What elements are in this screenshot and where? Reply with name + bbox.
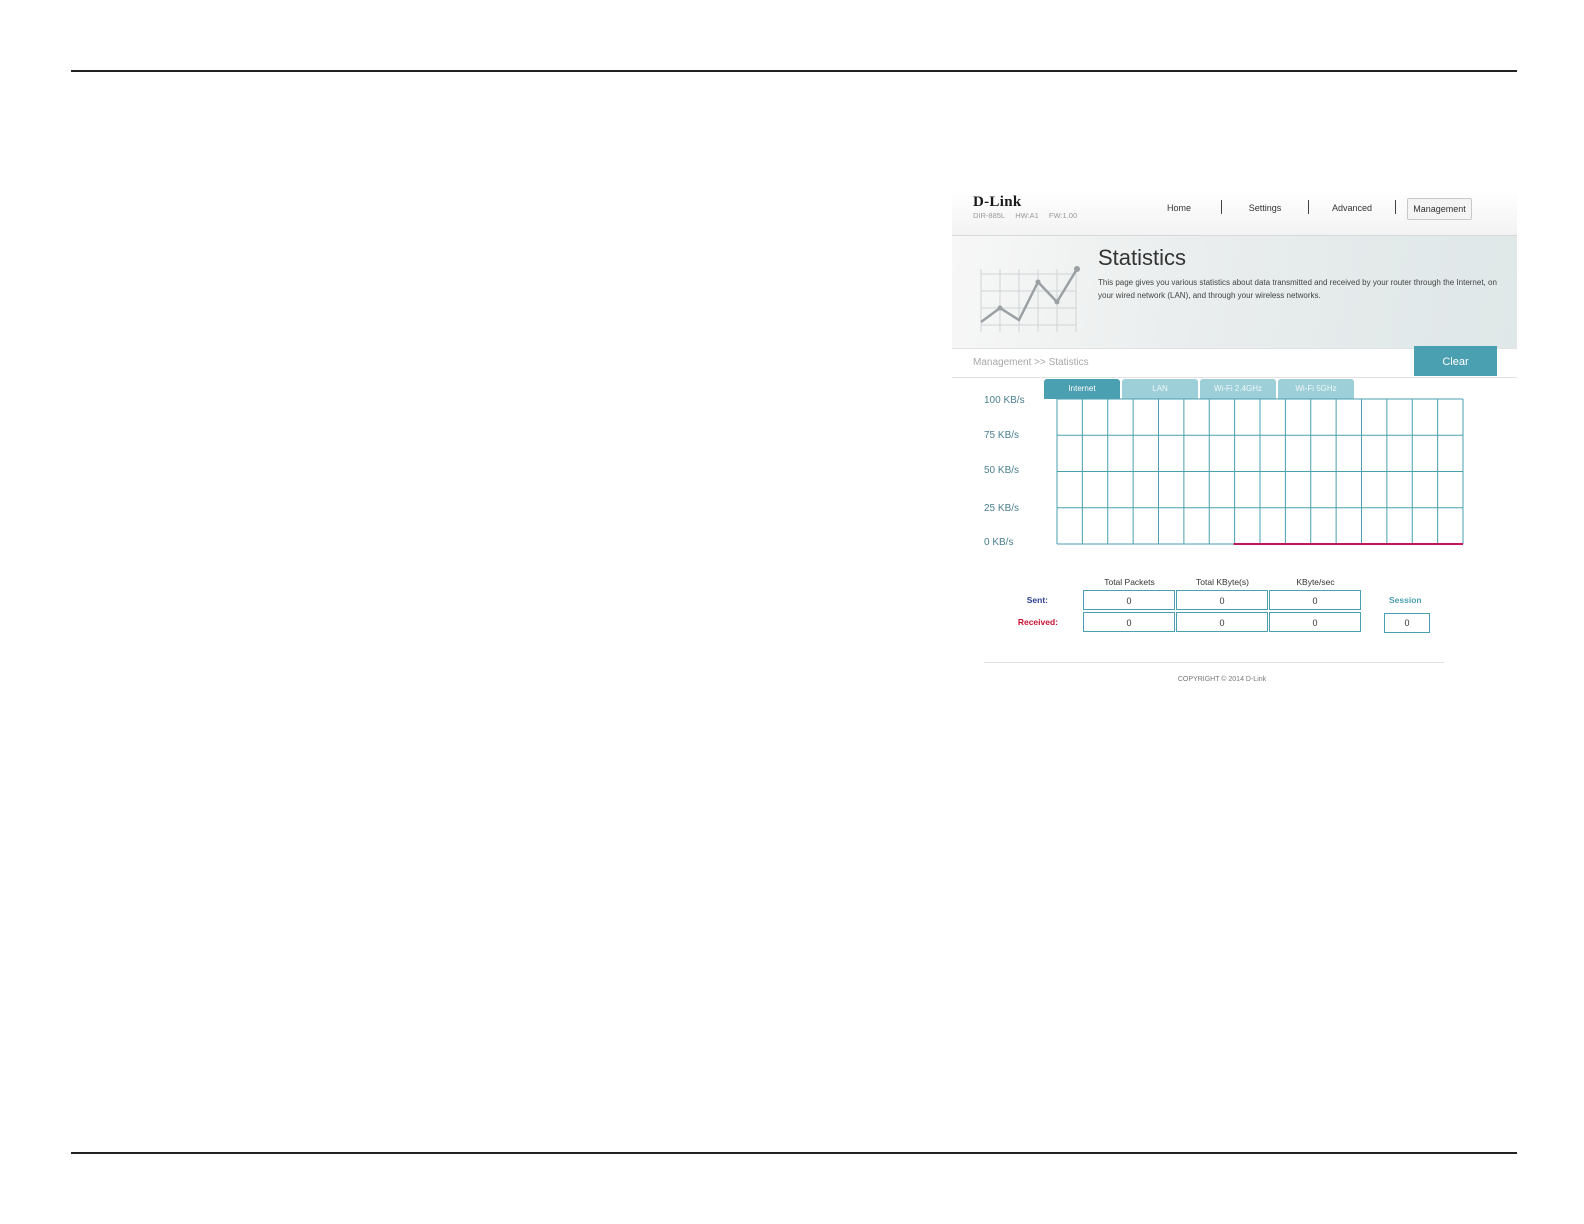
bottom-rule <box>71 1152 1517 1154</box>
chart-graphic-icon <box>980 266 1080 332</box>
received-total-packets: 0 <box>1083 612 1175 632</box>
y-tick-label: 50 KB/s <box>984 465 1020 476</box>
clear-button[interactable]: Clear <box>1414 346 1497 376</box>
footer-divider <box>984 662 1444 663</box>
tab-wifi-5ghz[interactable]: Wi-Fi 5GHz <box>1278 379 1354 399</box>
nav-management[interactable]: Management <box>1407 198 1472 220</box>
nav-advanced[interactable]: Advanced <box>1328 198 1376 218</box>
sent-kbyte-sec: 0 <box>1269 590 1361 610</box>
received-kbyte-sec: 0 <box>1269 612 1361 632</box>
page-title: Statistics <box>1098 245 1187 270</box>
nav-separator <box>1308 200 1309 214</box>
copyright: COPYRIGHT © 2014 D-Link <box>1177 676 1267 683</box>
sent-total-packets: 0 <box>1083 590 1175 610</box>
model-number: DIR-885L <box>973 211 1006 220</box>
nav-home[interactable]: Home <box>1159 198 1199 218</box>
sent-label: Sent: <box>1026 595 1048 605</box>
session-value: 0 <box>1384 613 1430 633</box>
page-banner: Statistics This page gives you various s… <box>952 236 1517 348</box>
header-bar: D-Link DIR-885L HW:A1 FW:1.00 Home Setti… <box>952 189 1517 236</box>
received-label: Received: <box>1017 617 1058 627</box>
y-tick-label: 100 KB/s <box>984 395 1025 406</box>
tab-internet[interactable]: Internet <box>1044 379 1120 399</box>
nav-separator <box>1221 200 1222 214</box>
column-header: Total Packets <box>1104 577 1155 587</box>
breadcrumb: Management >> Statistics <box>973 357 1089 368</box>
traffic-graph <box>1056 398 1464 545</box>
y-tick-label: 0 KB/s <box>984 537 1014 548</box>
hw-version: HW:A1 <box>1015 211 1039 220</box>
nav-settings[interactable]: Settings <box>1242 198 1288 218</box>
fw-version: FW:1.00 <box>1048 211 1078 220</box>
column-header: Total KByte(s) <box>1196 577 1249 587</box>
device-info: DIR-885L HW:A1 FW:1.00 <box>973 211 1085 220</box>
page-description: This page gives you various statistics a… <box>1098 278 1497 300</box>
y-tick-label: 75 KB/s <box>984 430 1020 441</box>
nav-separator <box>1395 200 1396 214</box>
column-header: KByte/sec <box>1296 577 1335 587</box>
y-tick-label: 25 KB/s <box>984 503 1020 514</box>
sent-total-kbytes: 0 <box>1176 590 1268 610</box>
tab-wifi-2-4ghz[interactable]: Wi-Fi 2.4GHz <box>1200 379 1276 399</box>
router-statistics-screenshot: D-Link DIR-885L HW:A1 FW:1.00 Home Setti… <box>952 189 1517 709</box>
top-rule <box>71 70 1517 72</box>
session-label: Session <box>1389 595 1422 605</box>
dlink-logo: D-Link <box>973 194 1022 210</box>
received-total-kbytes: 0 <box>1176 612 1268 632</box>
tab-lan[interactable]: LAN <box>1122 379 1198 399</box>
